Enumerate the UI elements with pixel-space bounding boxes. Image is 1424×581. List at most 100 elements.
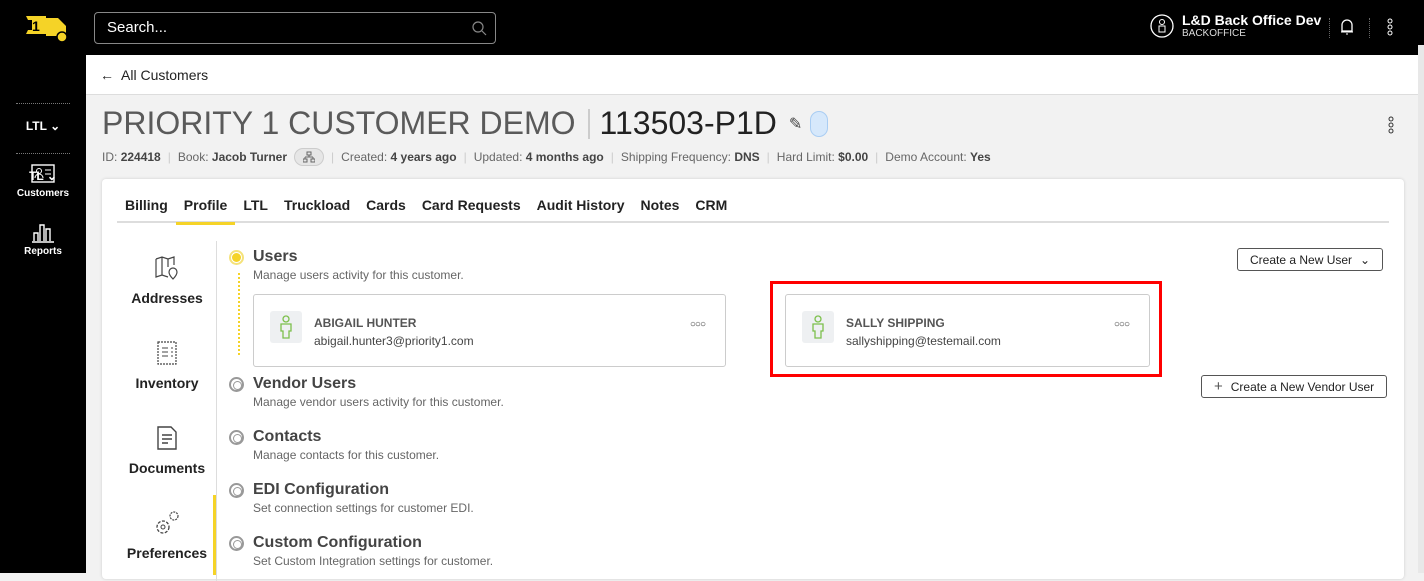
user-name: L&D Back Office Dev: [1182, 12, 1322, 28]
section-contacts[interactable]: Contacts Manage contacts for this custome…: [229, 428, 439, 462]
receipt-icon: [157, 341, 177, 365]
breadcrumb: ← All Customers: [86, 55, 1418, 95]
sidebar-item-label: Reports: [24, 246, 62, 257]
customer-meta: ID: 224418 | Book: Jacob Turner | Created…: [102, 148, 991, 166]
meta-created: Created: 4 years ago: [341, 150, 457, 164]
section-desc: Manage vendor users activity for this cu…: [253, 395, 504, 409]
map-pin-icon: [155, 256, 178, 280]
meta-id: ID: 224418: [102, 150, 161, 164]
user-name: ABIGAIL HUNTER: [314, 316, 417, 330]
meta-demo-account: Demo Account: Yes: [885, 150, 991, 164]
arrow-left-icon: ←: [100, 67, 114, 83]
nav-addresses[interactable]: Addresses: [102, 255, 232, 306]
button-label: Create a New User: [1250, 252, 1353, 267]
step-icon: [229, 536, 244, 551]
step-icon: [229, 430, 244, 445]
step-active-icon: [229, 250, 244, 265]
user-icon: [270, 311, 302, 343]
user-card[interactable]: ABIGAIL HUNTER abigail.hunter3@priority1…: [253, 294, 726, 367]
section-title: EDI Configuration: [253, 481, 389, 498]
create-user-button[interactable]: Create a New User ⌄: [1237, 248, 1384, 271]
top-bar: 1 Search... L&D Back Office Dev BACKOFFIC…: [0, 0, 1424, 55]
nav-label: Inventory: [135, 375, 199, 391]
tab-cards[interactable]: Cards: [358, 197, 414, 223]
plus-icon: +: [1214, 378, 1223, 395]
section-desc: Manage contacts for this customer.: [253, 448, 440, 462]
more-vertical-icon[interactable]: [1387, 116, 1395, 134]
profile-card: Billing Profile LTL Truckload Cards Card…: [102, 179, 1404, 581]
user-menu[interactable]: L&D Back Office Dev BACKOFFICE: [1150, 12, 1321, 39]
meta-shipping-frequency: Shipping Frequency: DNS: [620, 150, 760, 164]
section-vendor-users[interactable]: Vendor Users Manage vendor users activity…: [229, 375, 504, 409]
customer-name: PRIORITY 1 CUSTOMER DEMO: [102, 105, 576, 141]
back-label: All Customers: [121, 67, 209, 83]
status-pill: [810, 110, 829, 137]
nav-label: Documents: [128, 460, 206, 476]
customer-card-icon: [31, 164, 55, 183]
section-desc: Manage users activity for this customer.: [253, 268, 464, 282]
more-horizontal-icon[interactable]: ○○○: [690, 319, 706, 330]
user-role: BACKOFFICE: [1182, 28, 1246, 39]
create-vendor-user-button[interactable]: + Create a New Vendor User: [1201, 375, 1388, 398]
active-indicator: [213, 495, 216, 575]
hierarchy-icon[interactable]: [294, 148, 325, 166]
scrollbar[interactable]: [1418, 45, 1424, 573]
chevron-down-icon: ⌄: [1360, 252, 1371, 267]
step-icon: [229, 377, 244, 392]
section-desc: Set Custom Integration settings for cust…: [253, 554, 494, 568]
more-vertical-icon[interactable]: [1386, 18, 1394, 36]
svg-text:1: 1: [32, 18, 40, 34]
divider: [16, 153, 70, 154]
search-placeholder: Search...: [107, 19, 168, 36]
tab-billing[interactable]: Billing: [117, 197, 176, 223]
chevron-down-icon: ⌄: [50, 119, 61, 133]
section-users: Users Manage users activity for this cust…: [229, 248, 464, 282]
divider: [216, 241, 217, 581]
divider: [1329, 18, 1330, 38]
step-icon: [229, 483, 244, 498]
edit-icon[interactable]: ✎: [789, 114, 802, 134]
tab-card-requests[interactable]: Card Requests: [414, 197, 529, 223]
user-email: abigail.hunter3@priority1.com: [314, 334, 474, 348]
back-link[interactable]: ← All Customers: [100, 67, 208, 83]
bar-chart-icon: [32, 224, 54, 243]
sidebar-item-reports[interactable]: Reports: [0, 221, 86, 257]
meta-updated: Updated: 4 months ago: [473, 150, 604, 164]
tab-notes[interactable]: Notes: [633, 197, 688, 223]
divider: [587, 108, 590, 139]
tab-bar: Billing Profile LTL Truckload Cards Card…: [117, 197, 1389, 225]
logo-icon[interactable]: 1: [22, 12, 72, 42]
tab-audit-history[interactable]: Audit History: [529, 197, 633, 223]
dropdown-label: LTL: [25, 119, 47, 133]
section-title: Vendor Users: [253, 375, 357, 392]
nav-inventory[interactable]: Inventory: [102, 340, 232, 391]
nav-documents[interactable]: Documents: [102, 425, 232, 476]
highlight-box: [770, 281, 1162, 377]
search-input[interactable]: Search...: [94, 12, 496, 44]
section-edi-configuration[interactable]: EDI Configuration Set connection settings…: [229, 481, 474, 515]
timeline-line: [238, 273, 240, 355]
meta-hard-limit: Hard Limit: $0.00: [776, 150, 869, 164]
section-desc: Set connection settings for customer EDI…: [253, 501, 474, 515]
meta-book: Book: Jacob Turner: [177, 150, 288, 164]
tab-crm[interactable]: CRM: [687, 197, 735, 223]
sidebar-item-customers[interactable]: Customers: [0, 163, 86, 199]
button-label: Create a New Vendor User: [1230, 379, 1375, 394]
user-avatar-icon: [1150, 13, 1174, 38]
section-title: Users: [253, 248, 298, 265]
section-title: Custom Configuration: [253, 534, 422, 551]
search-icon[interactable]: [471, 20, 487, 36]
nav-label: Addresses: [131, 290, 203, 306]
tab-ltl[interactable]: LTL: [235, 197, 276, 223]
gears-icon: [156, 511, 179, 534]
tab-profile[interactable]: Profile: [175, 197, 236, 225]
sidebar-item-label: Customers: [16, 188, 70, 199]
section-title: Contacts: [253, 428, 322, 445]
bell-icon[interactable]: [1340, 18, 1354, 36]
section-custom-configuration[interactable]: Custom Configuration Set Custom Integrati…: [229, 534, 493, 568]
document-icon: [157, 426, 177, 450]
sidebar-dropdown-ltl[interactable]: LTL ⌄: [16, 103, 70, 153]
tab-truckload[interactable]: Truckload: [276, 197, 358, 223]
divider: [1369, 18, 1370, 38]
page-title: PRIORITY 1 CUSTOMER DEMO 113503-P1D ✎: [102, 105, 829, 142]
